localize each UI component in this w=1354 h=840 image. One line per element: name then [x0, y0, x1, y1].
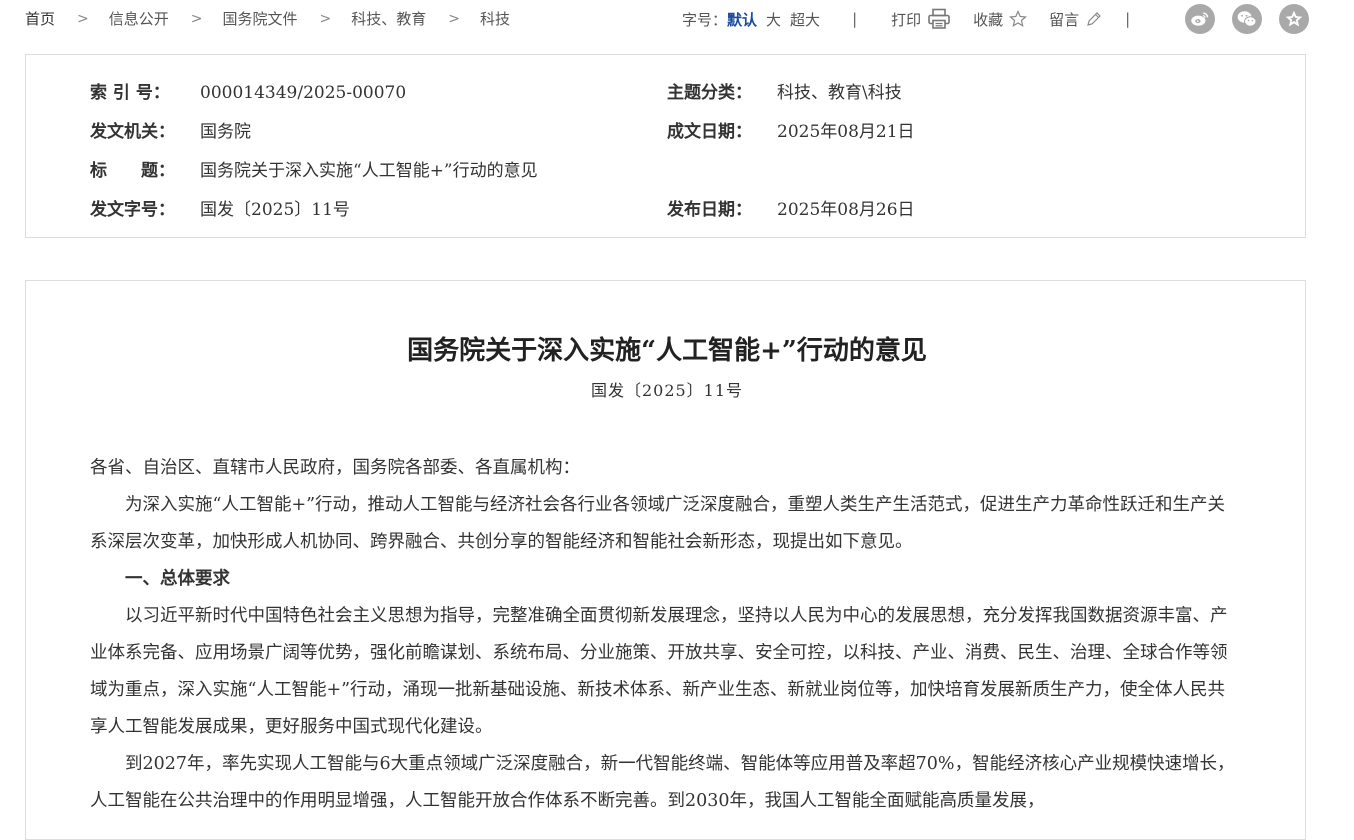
font-size-extra-large[interactable]: 超大 — [790, 9, 820, 30]
breadcrumb-state-council-docs[interactable]: 国务院文件 — [223, 8, 298, 29]
meta-title: 标 题： 国务院关于深入实施“人工智能+”行动的意见 — [90, 156, 538, 181]
paragraph: 为深入实施“人工智能+”行动，推动人工智能与经济社会各行业各领域广泛深度融合，重… — [90, 495, 1226, 552]
print-label: 打印 — [891, 10, 922, 29]
meta-doc-no: 发文字号： 国发〔2025〕11号 — [90, 195, 350, 220]
article-body: 各省、自治区、直辖市人民政府，国务院各部委、各直属机构： 为深入实施“人工智能+… — [90, 450, 1240, 820]
star-emblem-icon[interactable] — [1279, 4, 1309, 34]
comment-button[interactable]: 留言 — [1049, 9, 1103, 30]
meta-publish-date: 发布日期： 2025年08月26日 — [667, 195, 915, 220]
font-size-large[interactable]: 大 — [766, 9, 781, 30]
meta-value: 2025年08月21日 — [777, 122, 915, 142]
comment-label: 留言 — [1049, 10, 1080, 29]
meta-written-date: 成文日期： 2025年08月21日 — [667, 117, 915, 142]
printer-icon — [928, 8, 950, 29]
breadcrumb: 首页 > 信息公开 > 国务院文件 > 科技、教育 > 科技 — [25, 8, 510, 29]
meta-value: 国务院关于深入实施“人工智能+”行动的意见 — [200, 161, 538, 181]
paragraph: 到2027年，率先实现人工智能与6大重点领域广泛深度融合，新一代智能终端、智能体… — [90, 754, 1235, 811]
article-doc-number: 国发〔2025〕11号 — [590, 381, 744, 400]
print-button[interactable]: 打印 — [891, 8, 951, 30]
meta-issuer: 发文机关： 国务院 — [90, 117, 251, 142]
meta-value: 000014349/2025-00070 — [200, 83, 407, 103]
share-icons — [1185, 4, 1326, 34]
toolbar-divider: | — [1125, 10, 1131, 28]
meta-index-no: 索 引 号： 000014349/2025-00070 — [90, 78, 406, 103]
meta-value: 国务院 — [200, 122, 251, 142]
favorite-label: 收藏 — [973, 10, 1004, 29]
breadcrumb-separator: > — [77, 10, 89, 27]
meta-label: 发布日期： — [667, 200, 752, 220]
breadcrumb-sci-edu[interactable]: 科技、教育 — [351, 8, 426, 29]
meta-label: 发文机关： — [90, 122, 175, 142]
meta-value: 国发〔2025〕11号 — [200, 200, 350, 220]
meta-label: 索 引 号： — [90, 83, 170, 103]
article-title: 国务院关于深入实施“人工智能+”行动的意见 — [407, 336, 927, 366]
breadcrumb-info-public[interactable]: 信息公开 — [109, 8, 169, 29]
font-size-label: 字号： — [682, 10, 728, 29]
breadcrumb-separator: > — [319, 10, 332, 27]
salutation: 各省、自治区、直辖市人民政府，国务院各部委、各直属机构： — [90, 458, 580, 478]
article-tools: 字号： 默认 大 超大 | 打印 收藏 留言 | — [682, 8, 1130, 30]
breadcrumb-separator: > — [190, 10, 203, 27]
breadcrumb-separator: > — [448, 10, 460, 27]
meta-label: 主题分类： — [667, 83, 752, 103]
paragraph: 以习近平新时代中国特色社会主义思想为指导，完整准确全面贯彻新发展理念，坚持以人民… — [90, 606, 1228, 737]
wechat-icon[interactable] — [1232, 4, 1262, 34]
favorite-button[interactable]: 收藏 — [973, 9, 1028, 30]
meta-value: 科技、教育\科技 — [777, 83, 902, 103]
meta-category: 主题分类： 科技、教育\科技 — [667, 78, 902, 103]
meta-label: 成文日期： — [667, 122, 752, 142]
meta-label: 标 题： — [90, 161, 175, 181]
top-bar: 首页 > 信息公开 > 国务院文件 > 科技、教育 > 科技 字号： 默认 大 … — [0, 0, 1354, 40]
breadcrumb-tech[interactable]: 科技 — [480, 8, 510, 29]
breadcrumb-home[interactable]: 首页 — [25, 8, 55, 29]
pencil-icon — [1087, 12, 1102, 26]
meta-label: 发文字号： — [90, 200, 175, 220]
font-size-default[interactable]: 默认 — [727, 9, 757, 30]
toolbar-divider: | — [852, 10, 858, 28]
star-outline-icon — [1009, 10, 1028, 27]
section-heading: 一、总体要求 — [125, 569, 230, 589]
meta-value: 2025年08月26日 — [777, 200, 915, 220]
weibo-icon[interactable] — [1185, 4, 1215, 34]
